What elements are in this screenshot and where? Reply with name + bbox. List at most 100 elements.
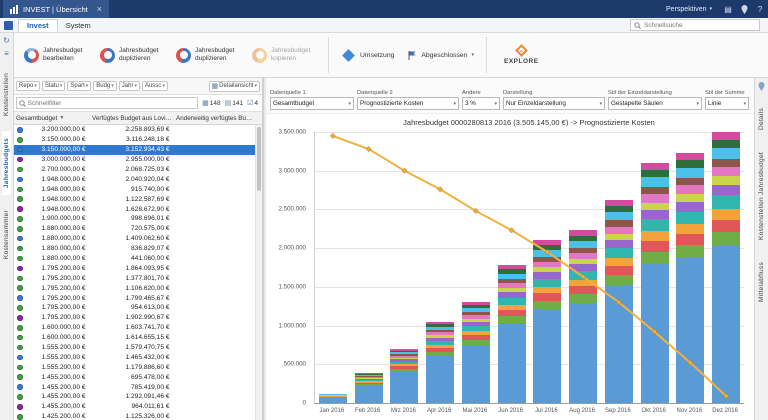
table-row[interactable]: 1.795.200,00 €954.613,00 € — [14, 303, 255, 313]
table-row[interactable]: 3.150.000,00 €3.152.934,43 € — [14, 145, 255, 155]
rightbar-tab-kostenstellen-jahresbudget[interactable]: Kostenstellen Jahresbudget — [757, 145, 766, 247]
table-row[interactable]: 3.150.000,00 €3.116.248,18 € — [14, 135, 255, 145]
table-row[interactable]: 1.880.000,00 €1.409.062,60 € — [14, 234, 255, 244]
refresh-icon[interactable]: ↻ — [3, 37, 10, 45]
filter-chip-budg[interactable]: Budg▾ — [93, 81, 117, 91]
table-row[interactable]: 1.900.000,00 €998.696,01 € — [14, 214, 255, 224]
close-tab-icon[interactable]: × — [97, 5, 102, 14]
menubar-tab-invest[interactable]: Invest — [18, 19, 58, 32]
explore-button[interactable]: EXPLORE — [494, 46, 549, 65]
table-row[interactable]: 2.700.000,00 €2.068.725,03 € — [14, 165, 255, 175]
filter-chip-aussc[interactable]: Aussc▾ — [142, 81, 168, 91]
table-row[interactable]: 1.948.000,00 €1.628.672,90 € — [14, 204, 255, 214]
table-row[interactable]: 1.948.000,00 €1.122.587,69 € — [14, 194, 255, 204]
sidebar-tab-kostenstellen[interactable]: Kostenstellen — [2, 66, 11, 123]
umsetzung-icon — [342, 49, 355, 62]
duplicate-budget-icon — [100, 48, 115, 63]
table-row[interactable]: 1.455.200,00 €1.292.091,46 € — [14, 392, 255, 402]
verfuegtes-budget-cell: 695.478,00 € — [88, 374, 172, 381]
filter-chip-jahr[interactable]: Jahr▾ — [119, 81, 140, 91]
table-row[interactable]: 3.000.000,00 €2.955.000,00 € — [14, 155, 255, 165]
sidebar-tab-kostensammler[interactable]: Kostensammler — [2, 203, 11, 266]
ribbon-button-3[interactable]: Jahresbudget kopieren — [248, 44, 321, 66]
table-row[interactable]: 1.880.000,00 €720.575,00 € — [14, 224, 255, 234]
table-row[interactable]: 1.880.000,00 €441.060,00 € — [14, 254, 255, 264]
table-row[interactable]: 1.555.200,00 €1.579.470,75 € — [14, 343, 255, 353]
table-row[interactable]: 1.455.200,00 €964.011,61 € — [14, 402, 255, 412]
table-row[interactable]: 1.455.200,00 €695.478,00 € — [14, 372, 255, 382]
gesamtbudget-cell: 1.795.200,00 € — [26, 304, 88, 311]
status-dot-icon — [17, 157, 23, 163]
table-row[interactable]: 1.948.000,00 €2.040.920,04 € — [14, 174, 255, 184]
chart-control-select-1[interactable]: Gesamtbudget▾ — [270, 97, 354, 110]
chart-control-label: Darstellung — [503, 90, 605, 96]
menubar-tab-system[interactable]: System — [58, 20, 99, 31]
rightbar-tab-mittelabfluss[interactable]: Mittelabfluss — [757, 255, 766, 309]
rightbar-tab-details[interactable]: Details — [757, 101, 766, 137]
column-header-anderweitig[interactable]: Anderweitig verfügtes Budget — [174, 115, 255, 122]
table-row[interactable]: 3.200.000,00 €2.258.893,69 € — [14, 125, 255, 135]
chevron-down-icon: ▾ — [134, 83, 137, 89]
chevron-down-icon: ▾ — [60, 83, 63, 89]
status-dot-icon — [17, 127, 23, 133]
table-row[interactable]: 1.795.200,00 €1.799.465,67 € — [14, 293, 255, 303]
menu-icon[interactable]: ≡ — [4, 50, 9, 58]
table-row[interactable]: 1.880.000,00 €836.829,07 € — [14, 244, 255, 254]
layout-icon[interactable]: ▤ — [720, 0, 736, 18]
table-row[interactable]: 1.425.200,00 €1.125.326,00 € — [14, 412, 255, 420]
table-row[interactable]: 1.948.000,00 €915.740,00 € — [14, 184, 255, 194]
chart-control-select-4[interactable]: Nur Einzeldarstellung▾ — [503, 97, 605, 110]
verfuegtes-budget-cell: 785.419,00 € — [88, 384, 172, 391]
table-row[interactable]: 1.795.200,00 €1.864.093,95 € — [14, 263, 255, 273]
verfuegtes-budget-cell: 3.152.934,43 € — [88, 146, 172, 153]
table-row[interactable]: 1.795.200,00 €1.377.801,70 € — [14, 273, 255, 283]
verfuegtes-budget-cell: 1.579.470,75 € — [88, 344, 172, 351]
app-menu-icon[interactable] — [4, 21, 13, 30]
x-tick-label: Aug 2016 — [569, 408, 595, 414]
perspektiven-menu[interactable]: Perspektiven ▾ — [658, 0, 720, 18]
table-row[interactable]: 1.600.000,00 €1.614.655,15 € — [14, 333, 255, 343]
chart-control-select-5[interactable]: Gestapelte Säulen▾ — [608, 97, 702, 110]
table-row[interactable]: 1.600.000,00 €1.603.741,70 € — [14, 323, 255, 333]
filter-chip-repo[interactable]: Repo▾ — [16, 81, 40, 91]
table-row[interactable]: 1.795.200,00 €1.106.620,00 € — [14, 283, 255, 293]
search-input[interactable] — [644, 22, 756, 29]
filter-chip-spart[interactable]: Spart▾ — [67, 81, 91, 91]
verfuegtes-budget-cell: 1.614.655,15 € — [88, 334, 172, 341]
pin-icon[interactable] — [736, 0, 752, 18]
detailansicht-dropdown[interactable]: ▦Detailansicht▾ — [209, 81, 261, 92]
quickfilter-input[interactable] — [28, 100, 195, 107]
quickfilter-box — [16, 97, 198, 109]
pin-icon[interactable] — [758, 82, 765, 93]
table-scrollbar[interactable] — [255, 125, 262, 420]
ribbon-button-2[interactable]: Jahresbudget duplizieren — [172, 44, 245, 66]
gesamtbudget-cell: 1.555.200,00 € — [26, 364, 88, 371]
verfuegtes-budget-cell: 1.125.326,00 € — [88, 413, 172, 420]
chart-control-select-2[interactable]: Prognostizierte Kosten▾ — [357, 97, 459, 110]
column-label: Gesamtbudget — [16, 115, 57, 122]
chart-control-select-6[interactable]: Linie▾ — [705, 97, 749, 110]
ribbon-button-0[interactable]: Jahresbudget bearbeiten — [20, 44, 93, 66]
column-header-gesamtbudget[interactable]: Gesamtbudget ▼ — [14, 115, 90, 122]
column-header-verfuegtes-budget[interactable]: Verfügtes Budget aus Lovion — [90, 115, 174, 122]
scrollbar-thumb[interactable] — [257, 127, 261, 191]
row-count-badge: ▤141 — [225, 100, 243, 107]
table-row[interactable]: 1.555.200,00 €1.179.886,60 € — [14, 362, 255, 372]
gesamtbudget-cell: 1.880.000,00 € — [26, 235, 88, 242]
table-row[interactable]: 1.795.200,00 €1.902.990,67 € — [14, 313, 255, 323]
ribbon-button-1[interactable]: Jahresbudget duplizieren — [96, 44, 169, 66]
selected-value: 3 % — [465, 100, 476, 107]
table-row[interactable]: 1.455.200,00 €785.419,00 € — [14, 382, 255, 392]
sort-descending-icon: ▼ — [59, 115, 64, 121]
abgeschlossen-button[interactable]: Abgeschlossen ▾ — [402, 48, 479, 63]
app-tab[interactable]: INVEST | Übersicht × — [3, 0, 109, 18]
chart-control-select-3[interactable]: 3 %▾ — [462, 97, 500, 110]
umsetzung-button[interactable]: Umsetzung — [336, 47, 399, 64]
help-icon[interactable]: ? — [752, 0, 768, 18]
selected-value: Linie — [708, 100, 721, 107]
sidebar-tab-jahresbudgets[interactable]: Jahresbudgets — [2, 131, 11, 195]
gesamtbudget-cell: 1.555.200,00 € — [26, 344, 88, 351]
table-row[interactable]: 1.555.200,00 €1.465.432,00 € — [14, 352, 255, 362]
filter-chip-statu[interactable]: Statu▾ — [42, 81, 66, 91]
chevron-down-icon: ▾ — [34, 83, 37, 89]
